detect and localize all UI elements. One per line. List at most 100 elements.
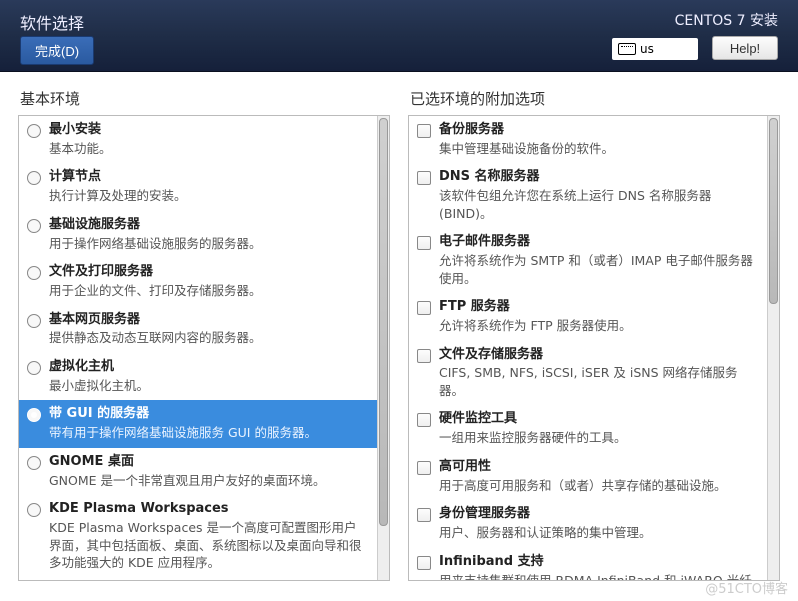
- radio-icon: [27, 456, 41, 470]
- item-texts: 文件及打印服务器用于企业的文件、打印及存储服务器。: [49, 264, 367, 299]
- item-desc: 提供静态及动态互联网内容的服务器。: [49, 329, 367, 347]
- checkbox-icon: [417, 349, 431, 363]
- addon-item[interactable]: 备份服务器集中管理基础设施备份的软件。: [409, 116, 767, 163]
- item-texts: FTP 服务器允许将系统作为 FTP 服务器使用。: [439, 299, 757, 334]
- keyboard-icon: [618, 43, 636, 55]
- checkbox-icon: [417, 301, 431, 315]
- watermark: @51CTO博客: [705, 578, 788, 597]
- item-texts: 硬件监控工具一组用来监控服务器硬件的工具。: [439, 411, 757, 446]
- addons-list: 备份服务器集中管理基础设施备份的软件。 DNS 名称服务器该软件包组允许您在系统上…: [409, 116, 767, 580]
- checkbox-icon: [417, 556, 431, 570]
- help-button[interactable]: Help!: [712, 36, 778, 60]
- addon-item[interactable]: Infiniband 支持用来支持集群和使用 RDMA InfiniBand 和…: [409, 548, 767, 580]
- checkbox-icon: [417, 461, 431, 475]
- item-texts: Infiniband 支持用来支持集群和使用 RDMA InfiniBand 和…: [439, 554, 757, 580]
- environment-item[interactable]: 基础设施服务器用于操作网络基础设施服务的服务器。: [19, 211, 377, 258]
- addon-item[interactable]: 电子邮件服务器允许将系统作为 SMTP 和（或者）IMAP 电子邮件服务器使用。: [409, 228, 767, 293]
- item-texts: 高可用性用于高度可用服务和（或者）共享存储的基础设施。: [439, 459, 757, 494]
- item-texts: 虚拟化主机最小虚拟化主机。: [49, 359, 367, 394]
- item-texts: 基础设施服务器用于操作网络基础设施服务的服务器。: [49, 217, 367, 252]
- checkbox-icon: [417, 508, 431, 522]
- environment-item[interactable]: 文件及打印服务器用于企业的文件、打印及存储服务器。: [19, 258, 377, 305]
- item-desc: GNOME 是一个非常直观且用户友好的桌面环境。: [49, 472, 367, 490]
- environments-scrollbar[interactable]: [377, 116, 389, 580]
- radio-icon: [27, 266, 41, 280]
- item-name: GNOME 桌面: [49, 454, 367, 471]
- radio-icon: [27, 124, 41, 138]
- environment-item[interactable]: 计算节点执行计算及处理的安装。: [19, 163, 377, 210]
- checkbox-icon: [417, 171, 431, 185]
- item-texts: 基本网页服务器提供静态及动态互联网内容的服务器。: [49, 312, 367, 347]
- radio-icon: [27, 171, 41, 185]
- item-desc: 基本功能。: [49, 140, 367, 158]
- item-name: 文件及打印服务器: [49, 264, 367, 281]
- item-name: 高可用性: [439, 459, 757, 476]
- item-desc: 允许将系统作为 SMTP 和（或者）IMAP 电子邮件服务器使用。: [439, 252, 757, 287]
- environment-item[interactable]: 带 GUI 的服务器带有用于操作网络基础设施服务 GUI 的服务器。: [19, 400, 377, 447]
- item-name: 虚拟化主机: [49, 359, 367, 376]
- item-desc: 用于企业的文件、打印及存储服务器。: [49, 282, 367, 300]
- checkbox-icon: [417, 124, 431, 138]
- addon-item[interactable]: 文件及存储服务器CIFS, SMB, NFS, iSCSI, iSER 及 iS…: [409, 341, 767, 406]
- item-desc: 一组用来监控服务器硬件的工具。: [439, 429, 757, 447]
- item-texts: KDE Plasma WorkspacesKDE Plasma Workspac…: [49, 501, 367, 571]
- item-name: 带 GUI 的服务器: [49, 406, 367, 423]
- keyboard-indicator[interactable]: us: [612, 38, 698, 60]
- item-desc: 该软件包组允许您在系统上运行 DNS 名称服务器(BIND)。: [439, 187, 757, 222]
- item-texts: 最小安装基本功能。: [49, 122, 367, 157]
- addon-item[interactable]: FTP 服务器允许将系统作为 FTP 服务器使用。: [409, 293, 767, 340]
- item-name: Infiniband 支持: [439, 554, 757, 571]
- addons-column: 已选环境的附加选项 备份服务器集中管理基础设施备份的软件。 DNS 名称服务器该软…: [408, 88, 780, 581]
- item-name: 计算节点: [49, 169, 367, 186]
- environments-list: 最小安装基本功能。计算节点执行计算及处理的安装。基础设施服务器用于操作网络基础设…: [19, 116, 377, 580]
- page-title: 软件选择: [20, 10, 84, 34]
- addons-scrollbar[interactable]: [767, 116, 779, 580]
- environment-item[interactable]: 虚拟化主机最小虚拟化主机。: [19, 353, 377, 400]
- item-desc: KDE Plasma Workspaces 是一个高度可配置图形用户界面，其中包…: [49, 519, 367, 572]
- environment-item[interactable]: GNOME 桌面GNOME 是一个非常直观且用户友好的桌面环境。: [19, 448, 377, 495]
- item-desc: 用户、服务器和认证策略的集中管理。: [439, 524, 757, 542]
- radio-icon: [27, 408, 41, 422]
- radio-icon: [27, 314, 41, 328]
- addons-scrollbox: 备份服务器集中管理基础设施备份的软件。 DNS 名称服务器该软件包组允许您在系统上…: [408, 115, 780, 581]
- item-texts: 文件及存储服务器CIFS, SMB, NFS, iSCSI, iSER 及 iS…: [439, 347, 757, 400]
- item-texts: GNOME 桌面GNOME 是一个非常直观且用户友好的桌面环境。: [49, 454, 367, 489]
- item-name: 备份服务器: [439, 122, 757, 139]
- radio-icon: [27, 503, 41, 517]
- checkbox-icon: [417, 413, 431, 427]
- item-name: 电子邮件服务器: [439, 234, 757, 251]
- item-desc: 最小虚拟化主机。: [49, 377, 367, 395]
- content: 基本环境 最小安装基本功能。计算节点执行计算及处理的安装。基础设施服务器用于操作…: [0, 72, 798, 589]
- item-desc: 用于高度可用服务和（或者）共享存储的基础设施。: [439, 477, 757, 495]
- done-button[interactable]: 完成(D): [20, 36, 94, 65]
- scrollbar-thumb[interactable]: [769, 118, 778, 304]
- item-name: FTP 服务器: [439, 299, 757, 316]
- environment-item[interactable]: 基本网页服务器提供静态及动态互联网内容的服务器。: [19, 306, 377, 353]
- environments-column: 基本环境 最小安装基本功能。计算节点执行计算及处理的安装。基础设施服务器用于操作…: [18, 88, 390, 581]
- radio-icon: [27, 219, 41, 233]
- item-texts: 电子邮件服务器允许将系统作为 SMTP 和（或者）IMAP 电子邮件服务器使用。: [439, 234, 757, 287]
- item-name: 基础设施服务器: [49, 217, 367, 234]
- item-name: 文件及存储服务器: [439, 347, 757, 364]
- item-desc: 用于操作网络基础设施服务的服务器。: [49, 235, 367, 253]
- item-desc: CIFS, SMB, NFS, iSCSI, iSER 及 iSNS 网络存储服…: [439, 364, 757, 399]
- installer-title: CENTOS 7 安装: [675, 10, 778, 30]
- item-name: KDE Plasma Workspaces: [49, 501, 367, 518]
- radio-icon: [27, 361, 41, 375]
- addon-item[interactable]: 硬件监控工具一组用来监控服务器硬件的工具。: [409, 405, 767, 452]
- item-name: 最小安装: [49, 122, 367, 139]
- item-desc: 执行计算及处理的安装。: [49, 187, 367, 205]
- environment-item[interactable]: 开发及生成工作站用于软件、硬件、图形或者内容开发的工作站。: [19, 578, 377, 580]
- item-texts: 计算节点执行计算及处理的安装。: [49, 169, 367, 204]
- keyboard-layout-label: us: [640, 42, 654, 56]
- addons-title: 已选环境的附加选项: [408, 88, 780, 109]
- item-name: DNS 名称服务器: [439, 169, 757, 186]
- scrollbar-thumb[interactable]: [379, 118, 388, 526]
- environment-item[interactable]: 最小安装基本功能。: [19, 116, 377, 163]
- environments-title: 基本环境: [18, 88, 390, 109]
- environment-item[interactable]: KDE Plasma WorkspacesKDE Plasma Workspac…: [19, 495, 377, 577]
- item-texts: 备份服务器集中管理基础设施备份的软件。: [439, 122, 757, 157]
- addon-item[interactable]: 高可用性用于高度可用服务和（或者）共享存储的基础设施。: [409, 453, 767, 500]
- addon-item[interactable]: 身份管理服务器用户、服务器和认证策略的集中管理。: [409, 500, 767, 547]
- addon-item[interactable]: DNS 名称服务器该软件包组允许您在系统上运行 DNS 名称服务器(BIND)。: [409, 163, 767, 228]
